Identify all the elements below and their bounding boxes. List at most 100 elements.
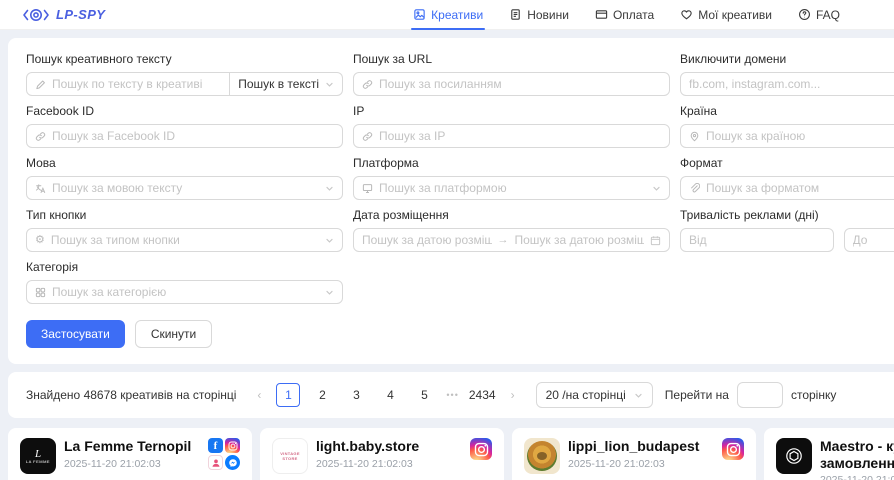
pagination-bar: Знайдено 48678 креативів на сторінці ‹ 1… (8, 372, 894, 418)
field-label: Тривалість реклами (дні) (680, 208, 894, 222)
country-input[interactable] (706, 129, 894, 143)
field-creative-text: Пошук креативного тексту Пошук в тексті (26, 52, 343, 96)
field-label: Мова (26, 156, 343, 170)
messenger-icon[interactable] (225, 455, 240, 470)
card-title: lippi_lion_budapest (568, 438, 699, 455)
chevron-down-icon (325, 80, 334, 89)
question-circle-icon (798, 8, 811, 21)
exclude-domains-input[interactable] (689, 77, 894, 91)
facebook-id-input-box (26, 124, 343, 148)
nav-tab-my-creatives[interactable]: Мої креативи (680, 0, 772, 30)
field-label: IP (353, 104, 670, 118)
language-select[interactable] (26, 176, 343, 200)
text-search-mode-select[interactable]: Пошук в тексті (230, 72, 343, 96)
date-from-input[interactable] (362, 233, 492, 247)
jump-page-input[interactable] (737, 382, 783, 408)
filter-panel: Пошук креативного тексту Пошук в тексті … (8, 38, 894, 364)
field-label: Формат (680, 156, 894, 170)
page-button-last[interactable]: 2434 (469, 383, 496, 407)
grid-icon (35, 287, 46, 298)
nav-tab-news[interactable]: Новини (509, 0, 569, 30)
button-type-select[interactable]: ⚙ (26, 228, 343, 252)
ip-input[interactable] (379, 129, 661, 143)
creatives-grid: L LA FEMME La Femme Ternopil 2025-11-20 … (0, 428, 894, 480)
creative-card[interactable]: Maestro - кухні, меблі на замовлення в У… (764, 428, 894, 480)
page-size-select[interactable]: 20 /на сторінці (536, 382, 653, 408)
main-nav: Креативи Новини Оплата Мої креативи (413, 0, 840, 30)
results-summary: Знайдено 48678 креативів на сторінці (26, 388, 236, 402)
facebook-id-input[interactable] (52, 129, 334, 143)
field-label: Пошук креативного тексту (26, 52, 343, 66)
field-duration: Тривалість реклами (дні) (680, 208, 894, 252)
nav-tab-label: Креативи (431, 8, 483, 22)
apply-button[interactable]: Застосувати (26, 320, 125, 348)
facebook-icon[interactable]: f (208, 438, 223, 453)
url-input-box (353, 72, 670, 96)
language-input[interactable] (52, 181, 319, 195)
location-pin-icon (689, 131, 700, 142)
field-label: Країна (680, 104, 894, 118)
nav-tab-faq[interactable]: FAQ (798, 0, 840, 30)
filter-grid: Пошук креативного тексту Пошук в тексті … (26, 52, 894, 304)
top-header: LP-SPY Креативи Новини Оплата (0, 0, 894, 30)
avatar: VINTAGE STORE (272, 438, 308, 474)
page-button-5[interactable]: 5 (412, 383, 436, 407)
duration-from-input[interactable] (689, 233, 825, 247)
nav-tab-label: Оплата (613, 8, 654, 22)
gear-icon: ⚙ (35, 235, 45, 246)
page-button-2[interactable]: 2 (310, 383, 334, 407)
page-button-3[interactable]: 3 (344, 383, 368, 407)
field-exclude-domains: Виключити домени (680, 52, 894, 96)
category-input[interactable] (52, 285, 319, 299)
chevron-down-icon (325, 288, 334, 297)
pages-ellipsis[interactable]: ••• (446, 390, 458, 400)
creative-card[interactable]: VINTAGE STORE light.baby.store 2025-11-2… (260, 428, 504, 480)
field-category: Категорія (26, 260, 343, 304)
eye-logo-icon (22, 7, 50, 23)
creative-card[interactable]: L LA FEMME La Femme Ternopil 2025-11-20 … (8, 428, 252, 480)
image-icon (413, 8, 426, 21)
nav-tab-label: FAQ (816, 8, 840, 22)
platform-select[interactable] (353, 176, 670, 200)
instagram-icon[interactable] (470, 438, 492, 460)
creative-card[interactable]: lippi_lion_budapest 2025-11-20 21:02:03 … (512, 428, 756, 480)
platform-input[interactable] (379, 181, 646, 195)
button-type-input[interactable] (51, 233, 319, 247)
field-language: Мова (26, 156, 343, 200)
duration-to-input[interactable] (853, 233, 894, 247)
placement-date-range[interactable]: → (353, 228, 670, 252)
person-badge-icon[interactable] (208, 455, 223, 470)
prev-page-button[interactable]: ‹ (250, 388, 268, 402)
logo[interactable]: LP-SPY (22, 7, 105, 23)
creative-text-input-box (26, 72, 230, 96)
link-icon (362, 79, 373, 90)
jump-prefix-label: Перейти на (665, 388, 729, 402)
card-date: 2025-11-20 21:02:03 (568, 458, 699, 470)
page-button-1[interactable]: 1 (276, 383, 300, 407)
pencil-icon (35, 79, 46, 90)
reset-button[interactable]: Скинути (135, 320, 212, 348)
nav-tab-payment[interactable]: Оплата (595, 0, 654, 30)
avatar-monogram: L (35, 449, 41, 459)
chevron-down-icon (325, 184, 334, 193)
creative-text-input[interactable] (52, 77, 221, 91)
field-facebook-id: Facebook ID (26, 104, 343, 148)
duration-to-box (844, 228, 894, 252)
instagram-icon[interactable] (722, 438, 744, 460)
card-date: 2025-11-20 21:02:03 (64, 458, 191, 470)
avatar (776, 438, 812, 474)
field-label: Facebook ID (26, 104, 343, 118)
next-page-button[interactable]: › (504, 388, 522, 402)
date-to-input[interactable] (515, 233, 645, 247)
instagram-icon[interactable] (225, 438, 240, 453)
format-input[interactable] (706, 181, 894, 195)
duration-from-box (680, 228, 834, 252)
url-input[interactable] (379, 77, 661, 91)
arrow-right-icon: → (498, 234, 509, 246)
category-select[interactable] (26, 280, 343, 304)
nav-tab-creatives[interactable]: Креативи (413, 0, 483, 30)
social-icons: f (208, 438, 240, 470)
exclude-domains-input-box (680, 72, 894, 96)
card-date: 2025-11-20 21:02:03 (316, 458, 419, 470)
page-button-4[interactable]: 4 (378, 383, 402, 407)
